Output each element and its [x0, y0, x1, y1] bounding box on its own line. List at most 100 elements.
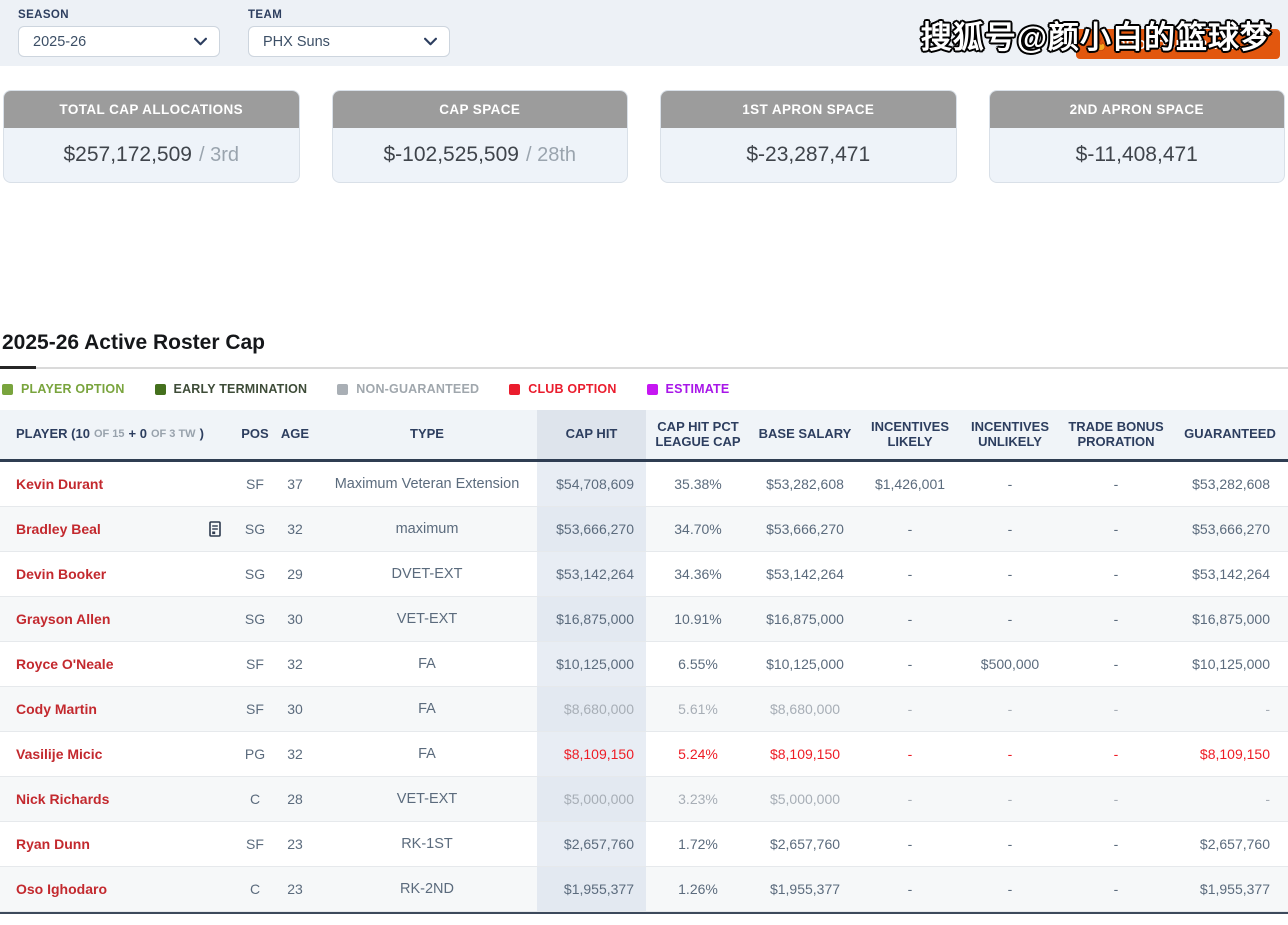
- cell-age: 29: [273, 552, 317, 596]
- legend-item-player-option: PLAYER OPTION: [2, 382, 125, 396]
- cell-type: RK-2ND: [317, 867, 537, 911]
- card-value: $-11,408,471: [1076, 143, 1198, 167]
- column-header-incentives-likely[interactable]: INCENTIVES LIKELY: [860, 410, 960, 459]
- card-rank: / 28th: [526, 144, 576, 167]
- roster-table: PLAYER (10 OF 15 + 0 OF 3 TW ) POS AGE T…: [0, 410, 1288, 914]
- cell-incentives-likely: -: [860, 642, 960, 686]
- cell-player: Vasilije Micic: [0, 732, 237, 776]
- legend-item-early-termination: EARLY TERMINATION: [155, 382, 308, 396]
- cell-base-salary: $1,955,377: [750, 867, 860, 911]
- legend-label: ESTIMATE: [666, 382, 730, 396]
- cell-cap-hit-pct: 10.91%: [646, 597, 750, 641]
- cell-age: 23: [273, 822, 317, 866]
- cell-base-salary: $5,000,000: [750, 777, 860, 821]
- column-header-incentives-unlikely[interactable]: INCENTIVES UNLIKELY: [960, 410, 1060, 459]
- cell-trade-bonus: -: [1060, 507, 1172, 551]
- column-header-player[interactable]: PLAYER (10 OF 15 + 0 OF 3 TW ): [0, 410, 237, 459]
- cell-trade-bonus: -: [1060, 777, 1172, 821]
- cell-player: Ryan Dunn: [0, 822, 237, 866]
- cell-guaranteed: $53,282,608: [1172, 462, 1288, 506]
- table-row[interactable]: Oso Ighodaro C 23 RK-2ND $1,955,377 1.26…: [0, 867, 1288, 912]
- player-name-link[interactable]: Devin Booker: [16, 566, 106, 582]
- cell-age: 32: [273, 732, 317, 776]
- cell-pos: SG: [237, 552, 273, 596]
- cell-guaranteed: -: [1172, 687, 1288, 731]
- player-name-link[interactable]: Cody Martin: [16, 701, 97, 717]
- team-label: TEAM: [248, 9, 450, 21]
- club-option-swatch-icon: [509, 384, 520, 395]
- column-header-base-salary[interactable]: BASE SALARY: [750, 410, 860, 459]
- cell-age: 30: [273, 687, 317, 731]
- table-row[interactable]: Nick Richards C 28 VET-EXT $5,000,000 3.…: [0, 777, 1288, 822]
- cell-base-salary: $8,680,000: [750, 687, 860, 731]
- cell-cap-hit-pct: 1.72%: [646, 822, 750, 866]
- cell-pos: SG: [237, 597, 273, 641]
- table-row[interactable]: Royce O'Neale SF 32 FA $10,125,000 6.55%…: [0, 642, 1288, 687]
- player-name-link[interactable]: Grayson Allen: [16, 611, 110, 627]
- player-name-link[interactable]: Nick Richards: [16, 791, 109, 807]
- legend-label: CLUB OPTION: [528, 382, 616, 396]
- player-name-link[interactable]: Oso Ighodaro: [16, 881, 107, 897]
- table-row[interactable]: Devin Booker SG 29 DVET-EXT $53,142,264 …: [0, 552, 1288, 597]
- contract-legend: PLAYER OPTION EARLY TERMINATION NON-GUAR…: [2, 382, 1288, 396]
- player-option-swatch-icon: [2, 384, 13, 395]
- column-header-cap-hit-pct[interactable]: CAP HIT PCT LEAGUE CAP: [646, 410, 750, 459]
- player-name-link[interactable]: Ryan Dunn: [16, 836, 90, 852]
- two-way-count: + 0: [129, 427, 147, 442]
- table-row[interactable]: Kevin Durant SF 37 Maximum Veteran Exten…: [0, 462, 1288, 507]
- top-bar: SEASON 2025-26 TEAM PHX Suns PROPOSE TRA…: [0, 0, 1288, 66]
- cell-age: 28: [273, 777, 317, 821]
- cell-incentives-likely: -: [860, 597, 960, 641]
- season-select-value: 2025-26: [33, 34, 86, 50]
- card-title: 2ND APRON SPACE: [990, 91, 1285, 128]
- cell-cap-hit-pct: 34.36%: [646, 552, 750, 596]
- table-row[interactable]: Vasilije Micic PG 32 FA $8,109,150 5.24%…: [0, 732, 1288, 777]
- player-name-link[interactable]: Vasilije Micic: [16, 746, 102, 762]
- column-header-guaranteed[interactable]: GUARANTEED: [1172, 410, 1288, 459]
- cell-pos: SG: [237, 507, 273, 551]
- cell-pos: C: [237, 777, 273, 821]
- cell-base-salary: $10,125,000: [750, 642, 860, 686]
- table-row[interactable]: Cody Martin SF 30 FA $8,680,000 5.61% $8…: [0, 687, 1288, 732]
- legend-item-club-option: CLUB OPTION: [509, 382, 616, 396]
- column-header-type[interactable]: TYPE: [317, 410, 537, 459]
- legend-item-estimate: ESTIMATE: [647, 382, 730, 396]
- cell-guaranteed: $8,109,150: [1172, 732, 1288, 776]
- cell-guaranteed: $1,955,377: [1172, 867, 1288, 911]
- table-row[interactable]: Bradley Beal SG 32 maximum $53,666,270 3…: [0, 507, 1288, 552]
- cell-guaranteed: $16,875,000: [1172, 597, 1288, 641]
- table-row[interactable]: Ryan Dunn SF 23 RK-1ST $2,657,760 1.72% …: [0, 822, 1288, 867]
- card-value: $257,172,509: [64, 143, 192, 167]
- cell-age: 30: [273, 597, 317, 641]
- column-header-age[interactable]: AGE: [273, 410, 317, 459]
- table-row[interactable]: Grayson Allen SG 30 VET-EXT $16,875,000 …: [0, 597, 1288, 642]
- cell-guaranteed: $2,657,760: [1172, 822, 1288, 866]
- player-count-of: OF 15: [94, 428, 125, 441]
- cell-player: Cody Martin: [0, 687, 237, 731]
- team-filter: TEAM PHX Suns: [248, 9, 450, 57]
- player-name-link[interactable]: Royce O'Neale: [16, 656, 114, 672]
- player-name-link[interactable]: Bradley Beal: [16, 521, 101, 537]
- cell-pos: SF: [237, 822, 273, 866]
- cell-cap-hit: $53,142,264: [537, 552, 646, 596]
- season-label: SEASON: [18, 9, 220, 21]
- legend-item-non-guaranteed: NON-GUARANTEED: [337, 382, 479, 396]
- cell-type: DVET-EXT: [317, 552, 537, 596]
- column-header-trade-bonus[interactable]: TRADE BONUS PRORATION: [1060, 410, 1172, 459]
- column-header-pos[interactable]: POS: [237, 410, 273, 459]
- season-select[interactable]: 2025-26: [18, 26, 220, 57]
- cell-player: Devin Booker: [0, 552, 237, 596]
- card-rank: / 3rd: [199, 144, 239, 167]
- cell-trade-bonus: -: [1060, 597, 1172, 641]
- player-name-link[interactable]: Kevin Durant: [16, 476, 103, 492]
- cell-cap-hit-pct: 35.38%: [646, 462, 750, 506]
- team-select[interactable]: PHX Suns: [248, 26, 450, 57]
- cell-trade-bonus: -: [1060, 552, 1172, 596]
- heading-rule: [0, 366, 1288, 369]
- early-termination-swatch-icon: [155, 384, 166, 395]
- cell-base-salary: $53,666,270: [750, 507, 860, 551]
- cell-incentives-likely: -: [860, 552, 960, 596]
- column-header-cap-hit[interactable]: CAP HIT: [537, 410, 646, 459]
- cell-age: 37: [273, 462, 317, 506]
- card-title: 1ST APRON SPACE: [661, 91, 956, 128]
